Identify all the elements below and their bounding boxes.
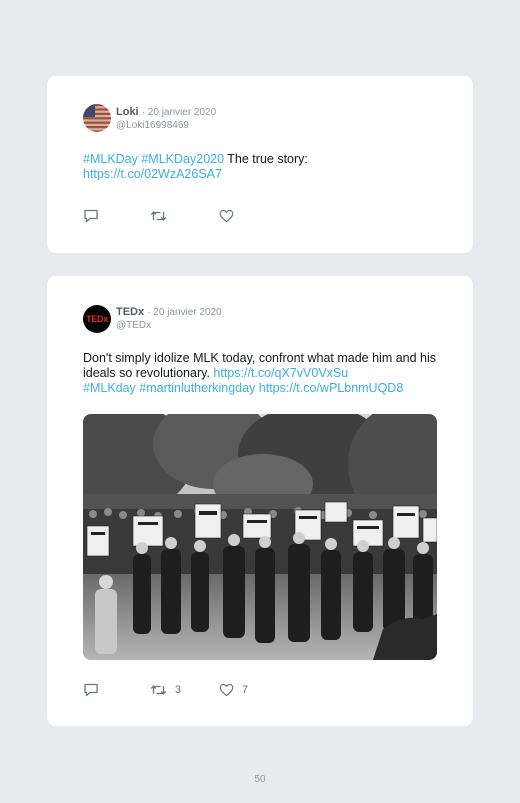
tweet-text: #MLKDay #MLKDay2020 The true story: http… — [83, 152, 443, 182]
reply-button[interactable] — [83, 209, 99, 223]
author-handle[interactable]: @Loki16998469 — [116, 120, 189, 131]
retweet-icon — [150, 211, 167, 221]
retweet-count: 3 — [175, 684, 182, 696]
tweet-header: Loki · 20 janvier 2020 — [116, 106, 216, 119]
url-link[interactable]: https://t.co/02WzA26SA7 — [83, 167, 222, 181]
tweet-card-loki: Loki · 20 janvier 2020 @Loki16998469 #ML… — [47, 76, 473, 253]
tweet-date[interactable]: · 20 janvier 2020 — [147, 307, 222, 318]
tedx-logo: TEDx — [86, 314, 108, 324]
like-count: 7 — [242, 684, 249, 696]
like-icon — [219, 209, 234, 223]
reply-icon — [84, 209, 98, 223]
civil-rights-march-image — [83, 414, 437, 660]
like-icon — [219, 683, 234, 697]
tweet-actions: 3 7 — [83, 683, 383, 699]
retweet-button[interactable]: 3 — [150, 683, 181, 697]
retweet-button[interactable] — [150, 209, 175, 223]
tweet-card-tedx: TEDx TEDx · 20 janvier 2020 @TEDx Don't … — [47, 276, 473, 726]
like-button[interactable]: 7 — [219, 683, 248, 697]
tweet-actions — [83, 209, 383, 225]
tweet-date[interactable]: · 20 janvier 2020 — [142, 107, 217, 118]
reply-button[interactable] — [83, 683, 99, 697]
tweet-text: Don't simply idolize MLK today, confront… — [83, 351, 443, 396]
author-handle[interactable]: @TEDx — [116, 320, 151, 331]
url-link[interactable]: https://t.co/qX7vV0VxSu — [213, 366, 348, 380]
tweet-body-text: The true story: — [224, 152, 308, 166]
reply-icon — [84, 683, 98, 697]
flag-avatar-image — [83, 104, 111, 132]
author-name[interactable]: TEDx — [116, 306, 144, 318]
like-button[interactable] — [219, 209, 242, 223]
march-photo[interactable] — [83, 414, 437, 660]
tweet-header: TEDx · 20 janvier 2020 — [116, 306, 222, 319]
retweet-icon — [150, 685, 167, 695]
author-name[interactable]: Loki — [116, 106, 139, 118]
hashtag-link[interactable]: #MLKDay #MLKDay2020 — [83, 152, 224, 166]
page-number: 50 — [254, 774, 266, 785]
avatar[interactable] — [83, 104, 111, 132]
hashtags-link[interactable]: #MLKday #martinlutherkingday https://t.c… — [83, 381, 403, 395]
avatar[interactable]: TEDx — [83, 305, 111, 333]
